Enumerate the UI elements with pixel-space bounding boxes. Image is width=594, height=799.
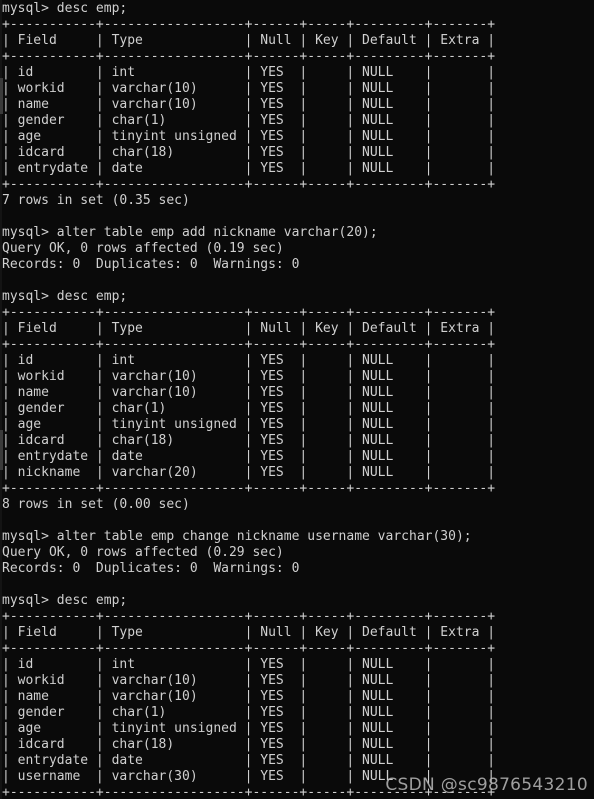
- records-status: Records: 0 Duplicates: 0 Warnings: 0: [2, 257, 300, 272]
- table-row: | entrydate | date | YES | | NULL | |: [2, 753, 496, 768]
- command-line-cmd4[interactable]: mysql> alter table emp change nickname u…: [2, 529, 594, 545]
- table-border: +-----------+------------------+------+-…: [2, 49, 496, 64]
- table-border: +-----------+------------------+------+-…: [2, 17, 496, 32]
- table-border: +-----------+------------------+------+-…: [2, 609, 496, 624]
- command-line-cmd1[interactable]: mysql> desc emp;: [2, 1, 594, 17]
- terminal-output: mysql> desc emp; +-----------+-----------…: [2, 1, 594, 799]
- query-ok-status: Query OK, 0 rows affected (0.29 sec): [2, 545, 284, 560]
- table-border: +-----------+------------------+------+-…: [2, 481, 496, 496]
- table-row: | idcard | char(18) | YES | | NULL | |: [2, 433, 496, 448]
- csdn-watermark: CSDN @sc9876543210: [385, 775, 588, 795]
- table-row: | name | varchar(10) | YES | | NULL | |: [2, 97, 496, 112]
- table-row: | age | tinyint unsigned | YES | | NULL …: [2, 721, 496, 736]
- mysql-terminal-window: mysql> desc emp; +-----------+-----------…: [0, 0, 594, 799]
- table-row: | id | int | YES | | NULL | |: [2, 657, 496, 672]
- table-row: | gender | char(1) | YES | | NULL | |: [2, 113, 496, 128]
- table-row: | idcard | char(18) | YES | | NULL | |: [2, 145, 496, 160]
- table-border: +-----------+------------------+------+-…: [2, 305, 496, 320]
- records-status: Records: 0 Duplicates: 0 Warnings: 0: [2, 561, 300, 576]
- table-border: +-----------+------------------+------+-…: [2, 337, 496, 352]
- table-row: | entrydate | date | YES | | NULL | |: [2, 161, 496, 176]
- command-line-cmd3[interactable]: mysql> desc emp;: [2, 289, 594, 305]
- table-header-row: | Field | Type | Null | Key | Default | …: [2, 625, 496, 640]
- rows-in-set-status: 7 rows in set (0.35 sec): [2, 193, 190, 208]
- rows-in-set-status: 8 rows in set (0.00 sec): [2, 497, 190, 512]
- table-border: +-----------+------------------+------+-…: [2, 177, 496, 192]
- table-header-row: | Field | Type | Null | Key | Default | …: [2, 33, 496, 48]
- table-row: | id | int | YES | | NULL | |: [2, 65, 496, 80]
- query-ok-status: Query OK, 0 rows affected (0.19 sec): [2, 241, 284, 256]
- table-row: | name | varchar(10) | YES | | NULL | |: [2, 689, 496, 704]
- table-row: | age | tinyint unsigned | YES | | NULL …: [2, 417, 496, 432]
- table-row: | workid | varchar(10) | YES | | NULL | …: [2, 673, 496, 688]
- table-row: | idcard | char(18) | YES | | NULL | |: [2, 737, 496, 752]
- table-row: | id | int | YES | | NULL | |: [2, 353, 496, 368]
- table-header-row: | Field | Type | Null | Key | Default | …: [2, 321, 496, 336]
- table-row: | gender | char(1) | YES | | NULL | |: [2, 705, 496, 720]
- table-row: | workid | varchar(10) | YES | | NULL | …: [2, 81, 496, 96]
- table-row: | workid | varchar(10) | YES | | NULL | …: [2, 369, 496, 384]
- command-line-cmd5[interactable]: mysql> desc emp;: [2, 593, 594, 609]
- command-line-cmd2[interactable]: mysql> alter table emp add nickname varc…: [2, 225, 594, 241]
- table-row: | entrydate | date | YES | | NULL | |: [2, 449, 496, 464]
- table-border: +-----------+------------------+------+-…: [2, 641, 496, 656]
- table-row: | age | tinyint unsigned | YES | | NULL …: [2, 129, 496, 144]
- table-row: | nickname | varchar(20) | YES | | NULL …: [2, 465, 496, 480]
- table-row: | gender | char(1) | YES | | NULL | |: [2, 401, 496, 416]
- table-row: | name | varchar(10) | YES | | NULL | |: [2, 385, 496, 400]
